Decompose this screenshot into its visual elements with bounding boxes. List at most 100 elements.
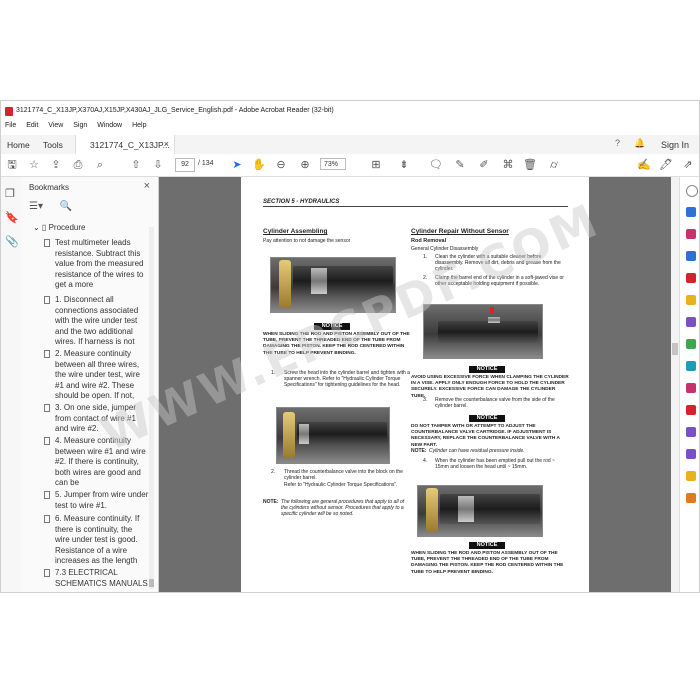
zoom-out-icon[interactable]: ⊖ <box>274 158 288 172</box>
bookmark-item-label: 5. Jumper from wire under test to wire #… <box>55 490 149 510</box>
tab-document-label: 3121774_C_X13JP... <box>90 140 170 150</box>
step-number: 2. <box>423 275 428 281</box>
menu-help[interactable]: Help <box>132 122 146 129</box>
select-cursor-icon[interactable]: ➤ <box>230 158 244 172</box>
draw-icon[interactable]: ✐ <box>477 158 491 172</box>
bookmark-icon <box>44 437 50 445</box>
zoom-in-icon[interactable]: ⊕ <box>298 158 312 172</box>
fill-sign-tool-icon[interactable] <box>686 383 696 393</box>
cylinder-photo-3 <box>423 304 543 359</box>
tab-close-icon[interactable]: × <box>164 139 169 149</box>
combine-files-icon[interactable] <box>686 361 696 371</box>
request-signature-icon[interactable] <box>686 449 696 459</box>
tab-document[interactable]: 3121774_C_X13JP... × <box>75 135 175 154</box>
more-tools-pane-icon[interactable] <box>686 493 696 503</box>
bookmark-item-label: 7.3 ELECTRICAL SCHEMATICS MANUALS <box>55 568 148 588</box>
bookmark-procedure[interactable]: ⌄ ▯ Procedure <box>33 223 85 232</box>
upload-icon[interactable]: ⇪ <box>49 158 63 172</box>
prepare-form-icon[interactable] <box>686 471 696 481</box>
search-icon[interactable]: ⌕ <box>93 158 107 172</box>
tab-home[interactable]: Home <box>7 140 30 150</box>
edit-pen-icon[interactable]: 🖊 <box>659 158 673 172</box>
page-number-input[interactable]: 92 <box>175 158 195 172</box>
help-icon[interactable]: ? <box>615 138 620 148</box>
comment-tool-icon[interactable] <box>686 295 696 305</box>
bookmarks-icon[interactable]: 🔖 <box>5 211 19 224</box>
bookmark-item[interactable]: 5. Jumper from wire under test to wire #… <box>44 490 149 511</box>
bookmark-item[interactable]: 7.3 ELECTRICAL SCHEMATICS MANUALS <box>44 568 149 589</box>
bookmark-star-icon[interactable]: ☆ <box>27 158 41 172</box>
bookmark-item[interactable]: 3. On one side, jumper from contact of w… <box>44 403 149 435</box>
protect-icon[interactable] <box>686 405 696 415</box>
hand-tool-icon[interactable]: ✋ <box>252 158 266 172</box>
notice-text: WHEN SLIDING THE ROD AND PISTON ASSEMBLY… <box>263 332 410 356</box>
menu-sign[interactable]: Sign <box>73 122 87 129</box>
notice-text: DO NOT TAMPER WITH OR ATTEMPT TO ADJUST … <box>411 424 560 448</box>
bookmarks-scrollbar[interactable] <box>149 227 154 589</box>
attachments-icon[interactable]: 📎 <box>5 235 19 248</box>
scroll-mode-icon[interactable]: ⇟ <box>397 158 411 172</box>
page-total: / 134 <box>198 160 214 167</box>
menu-view[interactable]: View <box>48 122 63 129</box>
bookmark-item-label: 3. On one side, jumper from contact of w… <box>55 403 136 433</box>
main-toolbar: 🖫 ☆ ⇪ ⎙ ⌕ ⇧ ⇩ ➤ ✋ ⊖ ⊕ ⊞ ⇟ 🗨 ✎ ✐ ⌘ 🗑 ⌭ ✍ … <box>1 154 699 177</box>
bookmark-icon <box>44 491 50 499</box>
bookmark-icon <box>44 404 50 412</box>
fill-sign-icon[interactable]: ✍ <box>637 158 651 172</box>
find-bookmark-icon[interactable]: 🔍 <box>60 201 72 212</box>
document-scrollbar[interactable] <box>671 177 679 592</box>
comment-icon[interactable]: 🗨 <box>429 158 443 172</box>
document-viewport[interactable]: SECTION 5 - HYDRAULICS Cylinder Assembli… <box>159 177 671 592</box>
zoom-tool-icon[interactable] <box>686 185 698 197</box>
share-icon[interactable]: ⇗ <box>681 158 695 172</box>
menu-file[interactable]: File <box>5 122 16 129</box>
compress-pdf-icon[interactable] <box>686 339 696 349</box>
step-number: 1. <box>271 370 276 376</box>
previous-page-icon[interactable]: ⇧ <box>129 158 143 172</box>
organize-pages-icon[interactable] <box>686 273 696 283</box>
general-disassembly-subtitle: General Cylinder Disassembly <box>411 246 479 252</box>
print-icon[interactable]: ⎙ <box>71 158 85 172</box>
menu-window[interactable]: Window <box>97 122 122 129</box>
export-pdf-icon[interactable] <box>686 251 696 261</box>
bookmark-item[interactable]: 4. Measure continuity between wire #1 an… <box>44 436 149 489</box>
page-thumbnails-icon[interactable]: ❐ <box>5 187 15 200</box>
highlight-icon[interactable]: ✎ <box>453 158 467 172</box>
next-page-icon[interactable]: ⇩ <box>151 158 165 172</box>
edit-pdf-icon[interactable] <box>686 229 696 239</box>
assembling-step-2: Thread the counterbalance valve into the… <box>284 469 403 482</box>
redact-icon[interactable] <box>686 427 696 437</box>
notice-text: WHEN SLIDING THE ROD AND PISTON ASSEMBLY… <box>411 551 564 575</box>
tools-pane <box>679 177 699 592</box>
save-icon[interactable]: 🖫 <box>5 158 19 172</box>
sign-in-link[interactable]: Sign In <box>661 140 689 150</box>
cylinder-assembling-heading: Cylinder Assembling <box>263 228 328 235</box>
disassembly-step-2: Clamp the barrel end of the cylinder in … <box>435 275 564 288</box>
stamp-icon[interactable]: ⌘ <box>501 158 515 172</box>
bookmark-item[interactable]: 1. Disconnect all connections associated… <box>44 295 149 348</box>
bookmarks-close-icon[interactable]: × <box>144 180 150 192</box>
more-tools-icon[interactable]: ⌭ <box>547 158 561 172</box>
fit-page-icon[interactable]: ⊞ <box>369 158 383 172</box>
scan-ocr-icon[interactable] <box>686 317 696 327</box>
tab-tools[interactable]: Tools <box>43 140 63 150</box>
bookmark-item[interactable]: 6. Measure continuity. If there is conti… <box>44 514 149 567</box>
bookmarks-scroll-thumb[interactable] <box>149 579 154 587</box>
red-arrow-icon <box>490 307 494 313</box>
bookmark-item[interactable]: Test multimeter leads resistance. Subtra… <box>44 238 149 291</box>
menu-edit[interactable]: Edit <box>26 122 38 129</box>
cylinder-photo-2 <box>276 407 390 464</box>
notifications-icon[interactable]: 🔔 <box>634 138 645 149</box>
bookmark-item[interactable]: 2. Measure continuity between all three … <box>44 349 149 402</box>
bookmark-icon <box>44 350 50 358</box>
zoom-level-select[interactable]: 73% <box>320 158 346 170</box>
navigation-strip: ❐ 🔖 📎 <box>1 177 22 592</box>
note-text: Cylinder can have residual pressure insi… <box>429 448 525 454</box>
create-pdf-icon[interactable] <box>686 207 696 217</box>
bookmark-options-icon[interactable]: ☰▾ <box>29 201 43 212</box>
bookmarks-title: Bookmarks <box>29 183 70 192</box>
bookmark-icon <box>44 515 50 523</box>
step-number: 1. <box>423 254 428 260</box>
document-scroll-thumb[interactable] <box>672 343 678 355</box>
delete-icon[interactable]: 🗑 <box>523 158 537 172</box>
